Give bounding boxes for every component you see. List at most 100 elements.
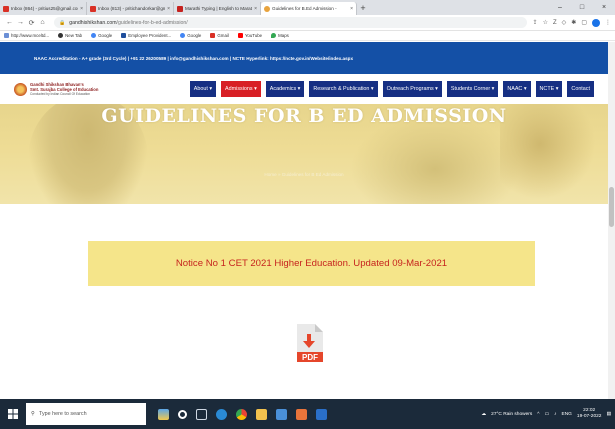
menu-item-academics[interactable]: Academics ▾ — [265, 81, 305, 97]
address-bar[interactable]: 🔒 gandhishikshan.com/guidelines-for-b-ed… — [54, 17, 527, 28]
gmail-icon — [90, 5, 96, 12]
extensions-puzzle-icon[interactable]: ✱ — [571, 19, 576, 26]
tab-gmail-1[interactable]: Inbox (864) - pritius25@gmail.com × — [0, 2, 87, 15]
reload-button[interactable]: ⟳ — [26, 19, 37, 27]
store-icon[interactable] — [276, 408, 287, 420]
menu-kebab-icon[interactable]: ⋮ — [605, 19, 611, 26]
lock-icon[interactable]: 🔒 — [59, 20, 65, 26]
share-icon[interactable]: ⇪ — [533, 19, 538, 26]
menu-item-about[interactable]: About ▾ — [189, 81, 217, 97]
maximize-button[interactable]: □ — [571, 0, 593, 15]
notice-link-box[interactable]: Notice No 1 CET 2021 Higher Education. U… — [88, 241, 535, 286]
weather-widget-icon[interactable] — [158, 408, 169, 420]
tab-title: Inbox (813) - pritichandorkar@gmail.com — [98, 6, 166, 11]
minimize-button[interactable]: – — [549, 0, 571, 15]
page-scrollbar[interactable] — [608, 42, 615, 399]
chevron-up-icon[interactable]: ^ — [537, 412, 539, 417]
scrollbar-thumb[interactable] — [609, 187, 614, 227]
menu-item-outreach[interactable]: Outreach Programs ▾ — [382, 81, 442, 97]
taskbar-apps — [158, 408, 327, 420]
mail-icon[interactable] — [316, 408, 327, 420]
back-button[interactable]: ← — [4, 19, 15, 26]
url-path: /guidelines-for-b-ed-admission/ — [116, 19, 188, 26]
tab-guidelines[interactable]: Guidelines for B.Ed Admission - × — [261, 2, 357, 15]
browser-toolbar: ← → ⟳ ⌂ 🔒 gandhishikshan.com/guidelines-… — [0, 15, 615, 31]
main-menu: About ▾ Admissions ▾ Academics ▾ Researc… — [189, 81, 594, 97]
page-title: GUIDELINES FOR B ED ADMISSION — [101, 105, 507, 127]
site-favicon-icon — [264, 5, 270, 12]
logo-line: Smt. Surajba College of Education — [30, 86, 99, 92]
bookmark-item[interactable]: YouTube — [237, 33, 262, 38]
pdf-icon[interactable]: PDF — [294, 324, 324, 362]
extension-icon[interactable]: ◇ — [562, 19, 567, 26]
bookmark-label: Employee Provident... — [128, 33, 172, 38]
logo-text: Gandhi Shikshan Bhavan's Smt. Surajba Co… — [30, 82, 98, 97]
weather-icon[interactable]: ☁ — [481, 412, 486, 417]
bookmark-item[interactable]: New Tab — [58, 33, 82, 38]
bookmark-item[interactable]: Employee Provident... — [121, 33, 171, 38]
bookmark-item[interactable]: Google — [180, 33, 201, 38]
bookmark-label: http://www.mceltd... — [11, 33, 50, 38]
sidebar-icon[interactable]: ▢ — [581, 19, 587, 26]
profile-avatar[interactable] — [592, 18, 600, 27]
tab-gmail-2[interactable]: Inbox (813) - pritichandorkar@gmail.com … — [87, 2, 174, 15]
info-text: NAAC Accreditation - A+ grade (3rd Cycle… — [34, 55, 354, 61]
bookmark-favicon-icon — [4, 33, 9, 38]
close-icon[interactable]: × — [350, 6, 353, 12]
bookmark-item[interactable]: http://www.mceltd... — [4, 33, 49, 38]
notification-icon[interactable]: ▤ — [606, 412, 611, 417]
bookmark-item[interactable]: Gmail — [210, 33, 229, 38]
cortana-icon[interactable] — [178, 409, 187, 419]
close-icon[interactable]: × — [80, 6, 83, 12]
tab-title: Marathi Typing | English to Marathi — [185, 6, 253, 11]
file-explorer-icon[interactable] — [256, 408, 267, 420]
logo-line: Conducted by Indian Council Of Education — [30, 91, 91, 96]
menu-item-research[interactable]: Research & Publication ▾ — [309, 81, 378, 97]
clock[interactable]: 22:02 19-07-2022 — [577, 408, 602, 420]
tab-title: Guidelines for B.Ed Admission - — [272, 6, 337, 11]
windows-taskbar: ⚲ Type here to search ☁ 27°C Rain shower… — [0, 399, 615, 429]
browser-actions: ⇪ ☆ Z ◇ ✱ ▢ ⋮ — [533, 18, 611, 27]
close-window-button[interactable]: × — [593, 0, 615, 15]
menu-item-contact[interactable]: Contact — [567, 81, 594, 97]
tab-marathi-typing[interactable]: Marathi Typing | English to Marathi × — [174, 2, 261, 15]
menu-item-students-corner[interactable]: Students Corner ▾ — [446, 81, 499, 97]
close-icon[interactable]: × — [167, 6, 170, 12]
marathi-typing-icon — [177, 5, 183, 12]
menu-item-ncte[interactable]: NCTE ▾ — [535, 81, 563, 97]
page-banner: GUIDELINES FOR B ED ADMISSION Home » Gui… — [0, 104, 608, 204]
menu-item-admissions[interactable]: Admissions ▾ — [221, 81, 261, 97]
browser-window: Inbox (864) - pritius25@gmail.com × Inbo… — [0, 0, 615, 429]
site-logo[interactable]: Gandhi Shikshan Bhavan's Smt. Surajba Co… — [14, 82, 168, 97]
network-icon[interactable]: ▭ — [545, 412, 550, 417]
extension-icon[interactable]: Z — [553, 20, 557, 26]
page-content: Notice No 1 CET 2021 Higher Education. U… — [0, 204, 608, 399]
clock-date: 19-07-2022 — [576, 414, 602, 419]
bookmark-star-icon[interactable]: ☆ — [543, 19, 548, 26]
college-emblem-icon — [14, 82, 27, 96]
weather-text[interactable]: 27°C Rain showers — [491, 412, 532, 417]
volume-icon[interactable]: ♪ — [554, 412, 556, 417]
office-icon[interactable] — [296, 408, 307, 420]
bookmark-item[interactable]: Google — [91, 33, 112, 38]
bookmark-item[interactable]: Maps — [271, 33, 289, 38]
banner-background-image — [350, 114, 520, 204]
taskbar-search-box[interactable]: ⚲ Type here to search — [26, 403, 146, 425]
breadcrumb[interactable]: Home » Guidelines for B Ed Admission — [0, 172, 608, 177]
notice-text[interactable]: Notice No 1 CET 2021 Higher Education. U… — [176, 258, 447, 269]
new-tab-button[interactable]: + — [357, 2, 369, 15]
chrome-icon[interactable] — [236, 408, 247, 420]
top-info-bar: NAAC Accreditation - A+ grade (3rd Cycle… — [0, 42, 608, 74]
task-view-icon[interactable] — [196, 408, 207, 420]
start-button[interactable] — [0, 409, 26, 419]
bookmark-label: New Tab — [65, 33, 83, 38]
close-icon[interactable]: × — [254, 6, 257, 12]
edge-browser-icon[interactable] — [216, 408, 227, 420]
forward-button[interactable]: → — [15, 19, 26, 26]
home-button[interactable]: ⌂ — [37, 19, 48, 26]
gmail-icon — [210, 33, 216, 38]
bookmark-label: Google — [98, 33, 113, 38]
menu-item-naac[interactable]: NAAC ▾ — [503, 81, 531, 97]
google-icon — [180, 33, 186, 38]
language-indicator[interactable]: ENG — [562, 412, 572, 417]
